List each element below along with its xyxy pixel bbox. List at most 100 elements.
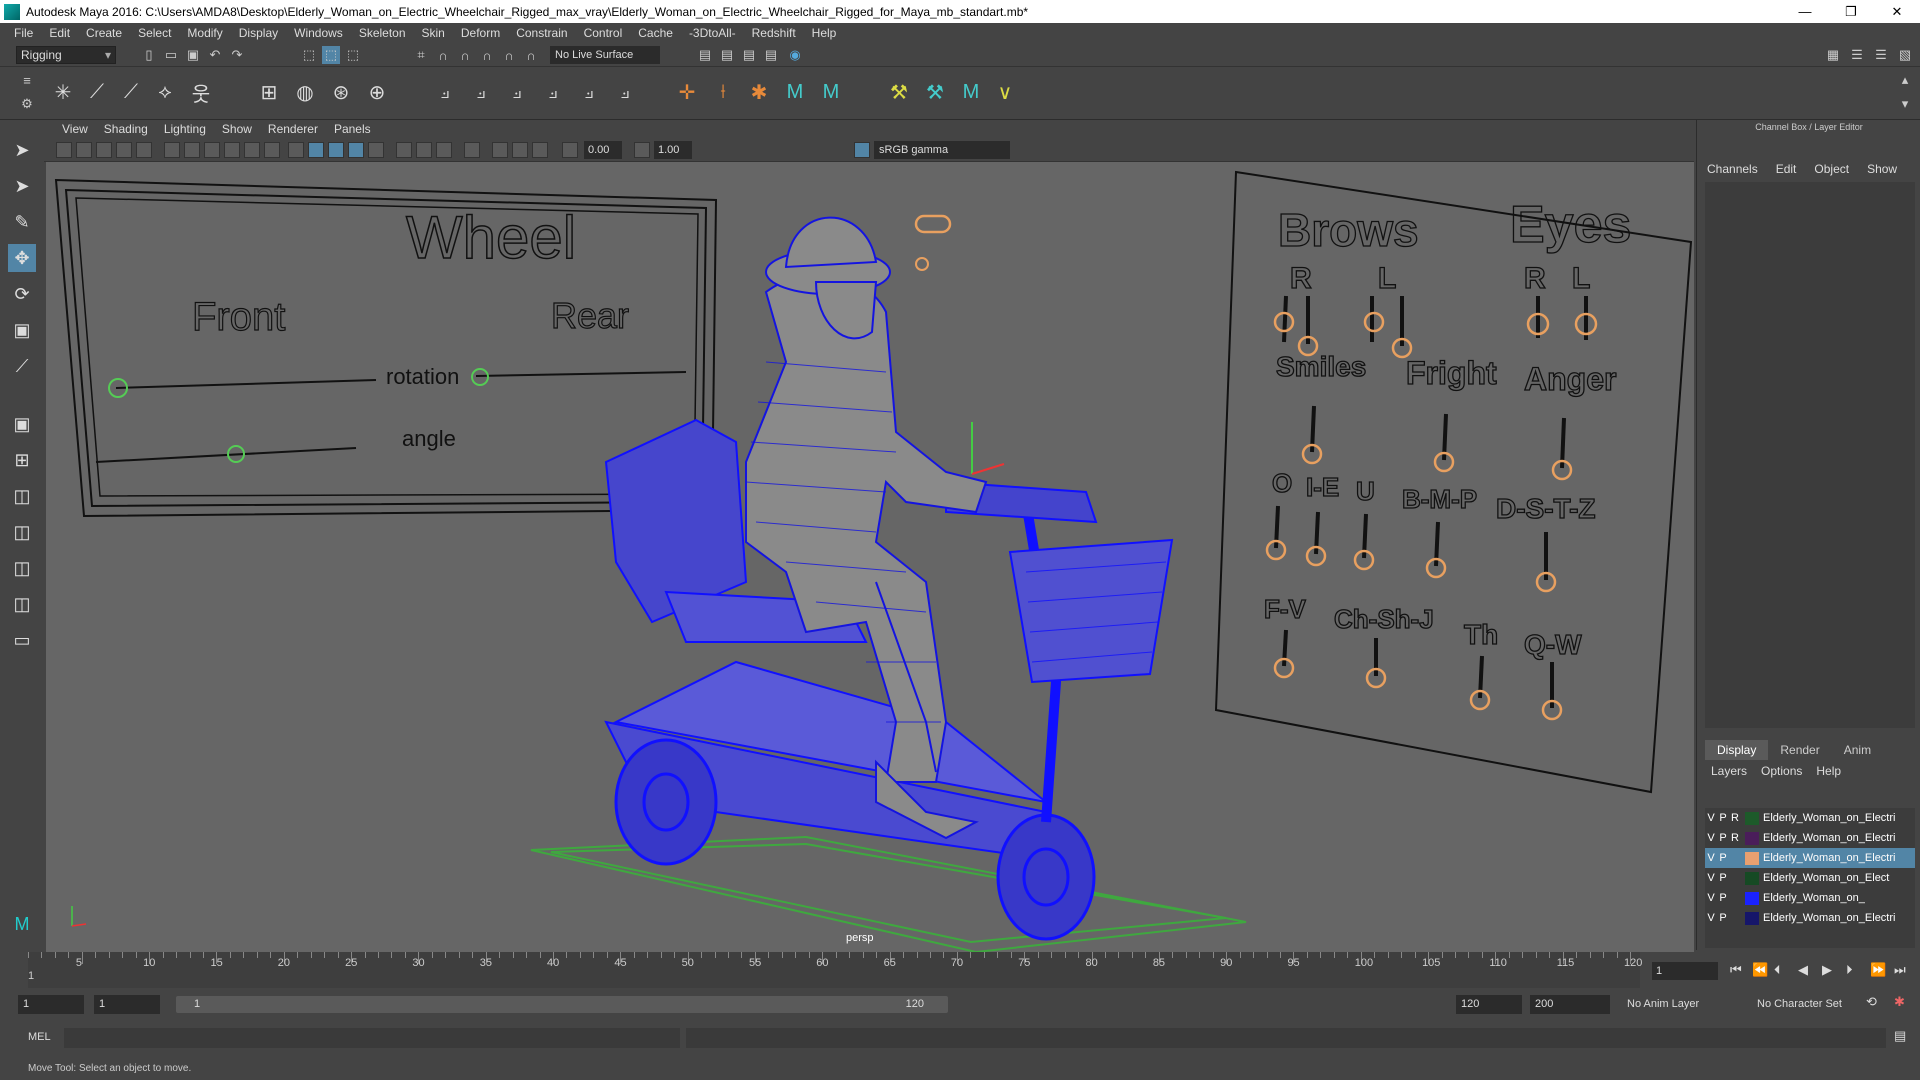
layer-visibility-toggle[interactable]: V (1705, 892, 1717, 904)
orient-constraint-icon[interactable]: ⟓ (502, 77, 532, 107)
select-hierarchy-icon[interactable]: ⬚ (300, 46, 318, 64)
snap-view-icon[interactable]: ∩ (478, 46, 496, 64)
current-frame-field[interactable]: 1 (1652, 962, 1718, 980)
layer-menu-options[interactable]: Options (1761, 764, 1802, 778)
render-icon[interactable]: ▤ (696, 46, 714, 64)
ipr-render-icon[interactable]: ▤ (718, 46, 736, 64)
layer-visibility-toggle[interactable]: V (1705, 912, 1717, 924)
paint-weights-icon[interactable]: ◍ (290, 77, 320, 107)
rotate-tool-icon[interactable]: ⟳ (8, 280, 36, 308)
image-plane-icon[interactable] (96, 142, 112, 158)
cluster-icon[interactable]: ⊕ (362, 77, 392, 107)
exposure-icon[interactable] (562, 142, 578, 158)
ik-spline-icon[interactable]: ⟋ (116, 77, 146, 107)
menu-constrain[interactable]: Constrain (508, 26, 575, 40)
tab-render[interactable]: Render (1768, 740, 1831, 760)
single-perspective-icon[interactable]: ▣ (8, 410, 36, 438)
layer-color-swatch[interactable] (1745, 871, 1759, 885)
joint-tool-icon[interactable]: ✳ (48, 77, 78, 107)
playback-end-field[interactable]: 120 (1456, 995, 1522, 1014)
snap-surface-icon[interactable]: ∩ (500, 46, 518, 64)
humanik-icon[interactable]: 웃 (186, 77, 216, 107)
menu-skin[interactable]: Skin (414, 26, 453, 40)
menu-create[interactable]: Create (78, 26, 130, 40)
panel-menu-view[interactable]: View (54, 122, 96, 136)
aim-constraint-icon[interactable]: ⟓ (466, 77, 496, 107)
menu-set-dropdown[interactable]: Rigging (16, 46, 116, 64)
menu-3dtoall[interactable]: -3DtoAll- (681, 26, 744, 40)
play-forwards-icon[interactable]: ▶ (1822, 962, 1832, 978)
script-editor-icon[interactable]: ▤ (1894, 1028, 1906, 1044)
menu-skeleton[interactable]: Skeleton (351, 26, 414, 40)
blend-shape-icon[interactable]: ⚒ (884, 77, 914, 107)
shelf-scroll-up-icon[interactable]: ▴ (1896, 71, 1914, 89)
grease-pencil-icon[interactable] (136, 142, 152, 158)
snap-point-icon[interactable]: ∩ (456, 46, 474, 64)
bind-skin-icon[interactable]: ⊞ (254, 77, 284, 107)
layout-side-icon[interactable]: ◫ (8, 482, 36, 510)
anim-end-field[interactable]: 200 (1530, 995, 1610, 1014)
move-gizmo[interactable] (971, 422, 1005, 475)
cb-menu-object[interactable]: Object (1814, 162, 1849, 176)
layer-reference-toggle[interactable]: R (1729, 832, 1741, 844)
shelf-scroll-down-icon[interactable]: ▾ (1896, 95, 1914, 113)
menu-control[interactable]: Control (576, 26, 631, 40)
textured-icon[interactable] (348, 142, 364, 158)
time-slider[interactable]: 5 10 15 20 25 30 35 40 45 50 55 60 65 70 75 80 85 90 95 100… (0, 952, 1920, 990)
ambient-occlusion-icon[interactable] (416, 142, 432, 158)
menu-redshift[interactable]: Redshift (744, 26, 804, 40)
anim-layer-dropdown[interactable]: No Anim Layer (1622, 995, 1740, 1014)
last-tool-icon[interactable]: ⟋ (8, 352, 36, 380)
layer-playback-toggle[interactable]: P (1717, 912, 1729, 924)
layer-color-swatch[interactable] (1745, 851, 1759, 865)
menu-cache[interactable]: Cache (630, 26, 681, 40)
layer-row[interactable]: V P R Elderly_Woman_on_Electri (1705, 808, 1915, 828)
xray-icon[interactable] (492, 142, 508, 158)
layout-hypershade-icon[interactable]: ◫ (8, 590, 36, 618)
auto-key-icon[interactable]: ⟲ (1866, 994, 1877, 1010)
layer-color-swatch[interactable] (1745, 891, 1759, 905)
two-d-pan-icon[interactable] (116, 142, 132, 158)
layer-row[interactable]: V P Elderly_Woman_on_Electri (1705, 848, 1915, 868)
character-model[interactable] (604, 216, 1174, 941)
new-scene-icon[interactable]: ▯ (140, 46, 158, 64)
wireframe-icon[interactable] (288, 142, 304, 158)
resolution-gate-icon[interactable] (204, 142, 220, 158)
hypershade-icon[interactable]: ▤ (762, 46, 780, 64)
layer-visibility-toggle[interactable]: V (1705, 852, 1717, 864)
shadows-icon[interactable] (396, 142, 412, 158)
layer-row[interactable]: V P R Elderly_Woman_on_Electri (1705, 828, 1915, 848)
wireframe-on-shaded-icon[interactable] (328, 142, 344, 158)
layer-row[interactable]: V P Elderly_Woman_on_Elect (1705, 868, 1915, 888)
live-surface-field[interactable]: No Live Surface (550, 46, 660, 64)
open-scene-icon[interactable]: ▭ (162, 46, 180, 64)
layout-custom-icon[interactable]: ▭ (8, 626, 36, 654)
maximize-button[interactable]: ❐ (1828, 0, 1874, 23)
layer-color-swatch[interactable] (1745, 831, 1759, 845)
step-forward-frame-icon[interactable]: ⏵ (1846, 962, 1853, 978)
time-slider-track[interactable]: 5 10 15 20 25 30 35 40 45 50 55 60 65 70 75 80 85 90 95 100… (28, 952, 1642, 988)
cb-menu-edit[interactable]: Edit (1776, 162, 1797, 176)
channel-box-area[interactable] (1705, 182, 1915, 728)
menu-file[interactable]: File (6, 26, 41, 40)
panel-menu-renderer[interactable]: Renderer (260, 122, 326, 136)
gamma-icon[interactable] (634, 142, 650, 158)
film-gate-icon[interactable] (184, 142, 200, 158)
playback-start-field[interactable]: 1 (94, 995, 160, 1014)
layer-playback-toggle[interactable]: P (1717, 832, 1729, 844)
go-to-end-icon[interactable]: ⏭ (1894, 962, 1906, 978)
lasso-tool-icon[interactable]: ➤ (8, 172, 36, 200)
command-input[interactable] (64, 1028, 680, 1048)
undo-icon[interactable]: ↶ (206, 46, 224, 64)
magnet-icon[interactable]: ∩ (522, 46, 540, 64)
color-management-icon[interactable] (854, 142, 870, 158)
layer-playback-toggle[interactable]: P (1717, 812, 1729, 824)
insert-joint-icon[interactable]: ⟡ (150, 77, 180, 107)
step-back-frame-icon[interactable]: ⏴ (1774, 962, 1781, 978)
scale-tool-icon[interactable]: ▣ (8, 316, 36, 344)
anim-start-field[interactable]: 1 (18, 995, 84, 1014)
modeling-toolkit-icon[interactable]: ▦ (1824, 46, 1842, 64)
layer-color-swatch[interactable] (1745, 811, 1759, 825)
layer-playback-toggle[interactable]: P (1717, 872, 1729, 884)
cb-menu-channels[interactable]: Channels (1707, 162, 1758, 176)
